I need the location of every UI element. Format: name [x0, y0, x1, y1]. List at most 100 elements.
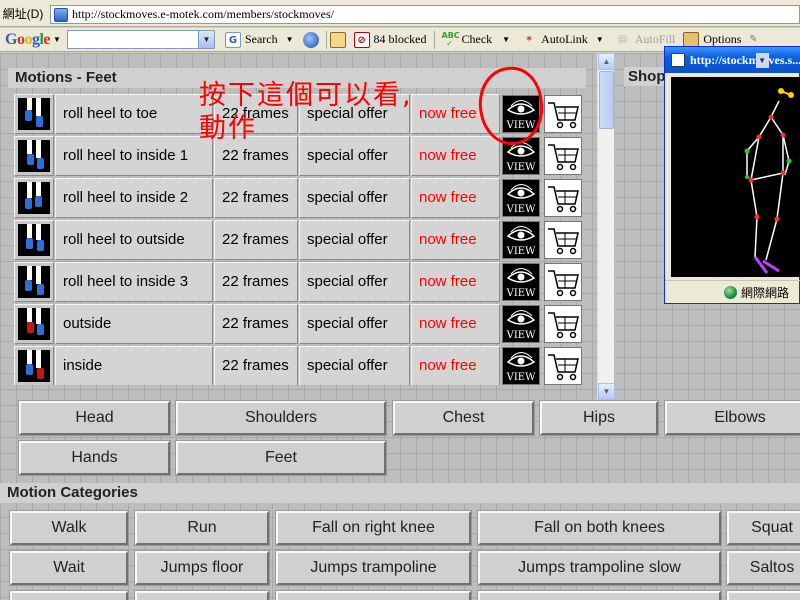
- chevron-down-icon[interactable]: ▼: [53, 35, 61, 44]
- motion-name: roll heel to inside 1: [55, 136, 213, 176]
- scrollbar-thumb[interactable]: [599, 71, 614, 129]
- cart-icon: [548, 102, 579, 129]
- view-label: VIEW: [506, 330, 536, 341]
- shoulders-button[interactable]: Shoulders: [175, 400, 387, 436]
- google-logo[interactable]: Google: [5, 31, 50, 49]
- view-label: VIEW: [506, 204, 536, 215]
- category-jumps-trampoline-button[interactable]: Jumps trampoline: [275, 550, 472, 586]
- cart-icon: [548, 354, 579, 381]
- chevron-down-icon[interactable]: ▼: [755, 52, 769, 68]
- google-search-input[interactable]: ▼: [66, 30, 215, 49]
- add-to-cart-button[interactable]: [544, 305, 582, 343]
- category-button[interactable]: [275, 590, 472, 600]
- internet-zone-icon: [723, 286, 737, 299]
- feet-thumbnail: [18, 98, 50, 130]
- spellcheck-icon: ABC ✓: [441, 30, 460, 48]
- category-run-button[interactable]: Run: [134, 510, 270, 546]
- motion-offer: special offer: [299, 178, 410, 218]
- add-to-cart-button[interactable]: [544, 221, 582, 259]
- feet-thumbnail: [18, 182, 50, 214]
- popup-title: http://stockm: [689, 52, 759, 67]
- category-walk-button[interactable]: Walk: [9, 510, 129, 546]
- category-button[interactable]: [477, 590, 722, 600]
- scroll-up-icon[interactable]: ▲: [598, 53, 615, 70]
- chest-button[interactable]: Chest: [392, 400, 535, 436]
- check-label: Check: [461, 32, 493, 46]
- category-jumps-floor-button[interactable]: Jumps floor: [134, 550, 270, 586]
- category-wait-button[interactable]: Wait: [9, 550, 129, 586]
- motion-thumbnail-cell: [14, 346, 54, 385]
- cart-icon: [548, 186, 579, 213]
- motion-row: roll heel to outside 22 frames special off…: [14, 220, 597, 260]
- category-button[interactable]: [9, 590, 129, 600]
- address-input[interactable]: http://stockmoves.e-motek.com/members/st…: [50, 5, 800, 24]
- preview-popup-window[interactable]: http://stockm ▼ ves.s... 網際網路: [664, 46, 800, 304]
- category-button[interactable]: [134, 590, 270, 600]
- category-fall-right-knee-button[interactable]: Fall on right knee: [275, 510, 472, 546]
- motion-price: now free: [411, 220, 500, 260]
- motion-thumbnail-cell: [14, 304, 54, 344]
- view-label: VIEW: [506, 372, 536, 383]
- hands-button[interactable]: Hands: [18, 440, 171, 476]
- feet-thumbnail: [18, 350, 50, 382]
- view-motion-button[interactable]: VIEW: [502, 347, 540, 385]
- globe-icon[interactable]: [302, 31, 319, 48]
- spell-check-button[interactable]: ABC ✓ Check ▼: [438, 30, 518, 50]
- view-motion-button[interactable]: VIEW: [502, 221, 540, 259]
- motion-offer: special offer: [299, 304, 410, 344]
- annotation-text: 按下這個可以看, 動作: [199, 79, 479, 145]
- elbows-button[interactable]: Elbows: [664, 400, 800, 436]
- google-search-button[interactable]: G Search ▼: [221, 30, 301, 50]
- feet-thumbnail: [18, 308, 50, 340]
- skeleton-animation-viewer[interactable]: [671, 77, 800, 277]
- add-to-cart-button[interactable]: [544, 179, 582, 217]
- motion-name: roll heel to outside: [55, 220, 213, 260]
- view-motion-button[interactable]: VIEW: [502, 263, 540, 301]
- chevron-down-icon[interactable]: ▼: [286, 35, 294, 44]
- motion-thumbnail-cell: [14, 94, 54, 134]
- popup-status-text: 網際網路: [740, 286, 789, 300]
- motion-frames: 22 frames: [214, 178, 298, 218]
- cart-icon: [548, 270, 579, 297]
- motion-row: outside 22 frames special offer now free VIE…: [14, 304, 597, 344]
- head-button[interactable]: Head: [18, 400, 171, 436]
- motion-offer: special offer: [299, 346, 410, 385]
- add-to-cart-button[interactable]: [544, 95, 582, 133]
- motion-offer: special offer: [299, 220, 410, 260]
- popup-titlebar[interactable]: http://stockm ▼ ves.s...: [665, 47, 800, 73]
- chevron-down-icon[interactable]: ▼: [197, 31, 214, 48]
- skeleton-figure: [744, 88, 794, 274]
- view-motion-button[interactable]: VIEW: [502, 305, 540, 343]
- chevron-down-icon[interactable]: ▼: [502, 35, 510, 44]
- motion-row: roll heel to inside 3 22 frames special of…: [14, 262, 597, 302]
- motion-frames: 22 frames: [214, 346, 298, 385]
- motion-name: outside: [55, 304, 213, 344]
- feet-button[interactable]: Feet: [175, 440, 387, 476]
- eye-icon: VIEW: [506, 226, 536, 257]
- autofill-label: AutoFill: [634, 32, 676, 46]
- scroll-down-icon[interactable]: ▼: [598, 383, 615, 400]
- category-saltos-button[interactable]: Saltos: [726, 550, 800, 586]
- category-jumps-trampoline-slow-button[interactable]: Jumps trampoline slow: [477, 550, 722, 586]
- category-squat-button[interactable]: Squat: [726, 510, 800, 546]
- motion-thumbnail-cell: [14, 262, 54, 302]
- google-g-icon: G: [224, 31, 241, 48]
- eye-icon: VIEW: [506, 310, 536, 341]
- search-label: Search: [244, 32, 278, 46]
- autolink-button[interactable]: ✶ AutoLink ▼: [517, 30, 611, 50]
- popup-blocker-button[interactable]: ⊘ 84 blocked: [350, 30, 431, 50]
- view-label: VIEW: [506, 288, 536, 299]
- motion-name: inside: [55, 346, 213, 385]
- view-motion-button[interactable]: VIEW: [502, 179, 540, 217]
- add-to-cart-button[interactable]: [544, 137, 582, 175]
- category-fall-both-knees-button[interactable]: Fall on both knees: [477, 510, 722, 546]
- motion-frames: 22 frames: [214, 220, 298, 260]
- scrollbar[interactable]: ▲ ▼: [597, 53, 615, 400]
- hips-button[interactable]: Hips: [539, 400, 659, 436]
- category-button[interactable]: [726, 590, 800, 600]
- chevron-down-icon[interactable]: ▼: [596, 35, 604, 44]
- popup-title-rest: ves.s...: [768, 52, 800, 67]
- add-to-cart-button[interactable]: [544, 263, 582, 301]
- news-icon[interactable]: [329, 31, 346, 48]
- add-to-cart-button[interactable]: [544, 347, 582, 385]
